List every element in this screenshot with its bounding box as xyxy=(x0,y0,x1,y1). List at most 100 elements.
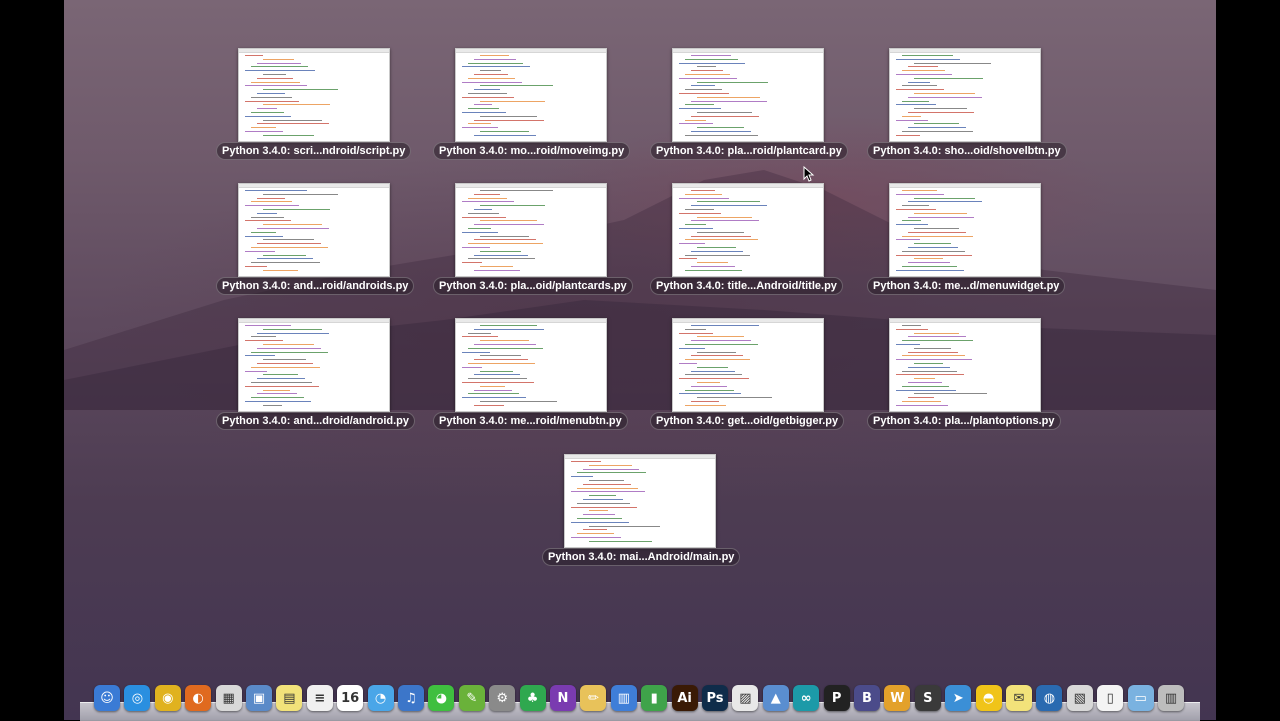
code-line xyxy=(679,62,745,64)
code-line xyxy=(468,93,507,94)
preview-doc-icon[interactable]: ▧ xyxy=(1066,685,1093,711)
code-line xyxy=(902,100,929,102)
launchpad-icon[interactable]: ▦ xyxy=(215,685,242,711)
code-line xyxy=(908,201,982,203)
window-thumbnail[interactable] xyxy=(672,183,824,277)
code-line xyxy=(679,243,705,245)
stickies-icon[interactable]: ▤ xyxy=(276,685,303,711)
window-title-label[interactable]: Python 3.4.0: and...roid/androids.py xyxy=(216,277,415,295)
numbers-icon[interactable]: ▮ xyxy=(641,685,668,711)
code-line xyxy=(914,77,983,79)
code-line xyxy=(896,254,972,256)
code-line xyxy=(685,389,734,391)
code-line xyxy=(480,355,521,357)
code-line xyxy=(474,239,536,241)
sublime-icon[interactable]: S xyxy=(914,685,941,711)
window-thumbnail[interactable] xyxy=(238,183,390,277)
code-line xyxy=(691,85,715,87)
code-line xyxy=(679,347,705,349)
window-thumbnail[interactable] xyxy=(889,318,1041,412)
bbedit-icon[interactable]: B xyxy=(854,685,880,711)
code-line xyxy=(679,123,713,125)
bird-icon[interactable]: ➤ xyxy=(945,685,972,711)
window-thumbnail[interactable] xyxy=(564,454,716,548)
code-line xyxy=(679,108,721,110)
utility-icon[interactable]: ✎ xyxy=(458,685,485,711)
window-title-label[interactable]: Python 3.4.0: get...oid/getbigger.py xyxy=(650,412,845,430)
window-thumbnail[interactable] xyxy=(889,48,1041,142)
code-line xyxy=(697,397,772,399)
code-line xyxy=(589,495,616,497)
window-title-label[interactable]: Python 3.4.0: mo...roid/moveimg.py xyxy=(433,142,631,160)
code-line xyxy=(257,108,277,110)
safari-icon[interactable]: ◎ xyxy=(124,685,151,711)
code-line xyxy=(697,351,736,353)
window-thumbnail[interactable] xyxy=(455,48,607,142)
code-line xyxy=(697,262,728,264)
window-thumbnail[interactable] xyxy=(889,183,1041,277)
window-thumbnail[interactable] xyxy=(238,318,390,412)
folder-icon[interactable]: ▭ xyxy=(1127,685,1154,711)
pencil-icon[interactable]: ✏ xyxy=(580,685,607,711)
code-line xyxy=(474,359,528,361)
dock: ☺ ◎ ◉ ◐ ▦ ▣ ▤ ≡ 16 ◔ ♫ ◕ ✎ ⚙ ♣ N ✏ ▥ ▮ Ai Ps ▨ ▲ ∞ P B W S ➤ ◓ ✉ ◍ ▧ ▯ ▭ ▥ xyxy=(80,684,1200,721)
firefox-icon[interactable]: ◐ xyxy=(185,685,212,711)
window-title-label[interactable]: Python 3.4.0: me...roid/menubtn.py xyxy=(433,412,628,430)
window-thumbnail[interactable] xyxy=(672,318,824,412)
code-line xyxy=(462,382,534,383)
window-title-label[interactable]: Python 3.4.0: pla...roid/plantcard.py xyxy=(650,142,848,160)
code-line xyxy=(908,262,950,264)
code-line xyxy=(697,247,736,248)
window-thumbnail[interactable] xyxy=(238,48,390,142)
keynote-icon[interactable]: ▥ xyxy=(610,685,637,711)
finder-icon[interactable]: ☺ xyxy=(94,685,120,711)
code-line xyxy=(474,193,500,195)
arduino-icon[interactable]: ∞ xyxy=(793,685,820,711)
window-thumbnail[interactable] xyxy=(672,48,824,142)
window-thumbnail[interactable] xyxy=(455,318,607,412)
window-title-label[interactable]: Python 3.4.0: scri...ndroid/script.py xyxy=(216,142,412,160)
code-line xyxy=(691,266,735,267)
code-line xyxy=(257,62,301,64)
code-line xyxy=(902,70,945,72)
window-thumbnail[interactable] xyxy=(455,183,607,277)
code-line xyxy=(571,521,629,523)
evernote-icon[interactable]: ♣ xyxy=(519,685,546,711)
window-title-label[interactable]: Python 3.4.0: me...d/menuwidget.py xyxy=(867,277,1066,295)
code-line xyxy=(697,81,768,83)
file-icon[interactable]: ▯ xyxy=(1097,685,1124,711)
calendar-icon[interactable]: 16 xyxy=(337,685,364,711)
code-line xyxy=(263,104,330,106)
cyberduck-icon[interactable]: ◓ xyxy=(975,685,1002,711)
quicktime-icon[interactable]: ◍ xyxy=(1036,685,1063,711)
window-title-label[interactable]: Python 3.4.0: title...Android/title.py xyxy=(650,277,843,295)
trash-icon[interactable]: ▥ xyxy=(1158,685,1184,711)
preview-icon[interactable]: ▣ xyxy=(246,685,272,711)
window-title-label[interactable]: Python 3.4.0: pla...oid/plantcards.py xyxy=(433,277,633,295)
settings-icon[interactable]: ⚙ xyxy=(489,685,516,711)
document-icon[interactable]: ▨ xyxy=(732,685,759,711)
code-line xyxy=(462,351,490,353)
w-app-icon[interactable]: W xyxy=(884,685,911,711)
code-line xyxy=(462,201,514,203)
window-title-label[interactable]: Python 3.4.0: mai...Android/main.py xyxy=(542,548,741,566)
code-line xyxy=(691,190,715,191)
illustrator-icon[interactable]: Ai xyxy=(671,685,698,711)
itunes-icon[interactable]: ♫ xyxy=(398,685,424,711)
window-title-label[interactable]: Python 3.4.0: and...droid/android.py xyxy=(216,412,416,430)
code-line xyxy=(462,96,514,98)
chrome-icon[interactable]: ◉ xyxy=(154,685,181,711)
code-line xyxy=(685,404,726,406)
code-line xyxy=(577,487,638,489)
photoshop-icon[interactable]: Ps xyxy=(702,685,728,711)
code-line xyxy=(257,378,305,380)
window-title-label[interactable]: Python 3.4.0: sho...oid/shovelbtn.py xyxy=(867,142,1067,160)
window-title-label[interactable]: Python 3.4.0: pla.../plantoptions.py xyxy=(867,412,1061,430)
notes-icon[interactable]: ✉ xyxy=(1006,685,1032,711)
p-app-icon[interactable]: P xyxy=(823,685,850,711)
xcode-icon[interactable]: ▲ xyxy=(762,685,789,711)
wechat-icon[interactable]: ◕ xyxy=(428,685,455,711)
messages-icon[interactable]: ◔ xyxy=(367,685,394,711)
textedit-icon[interactable]: ≡ xyxy=(306,685,333,711)
onenote-icon[interactable]: N xyxy=(550,685,576,711)
